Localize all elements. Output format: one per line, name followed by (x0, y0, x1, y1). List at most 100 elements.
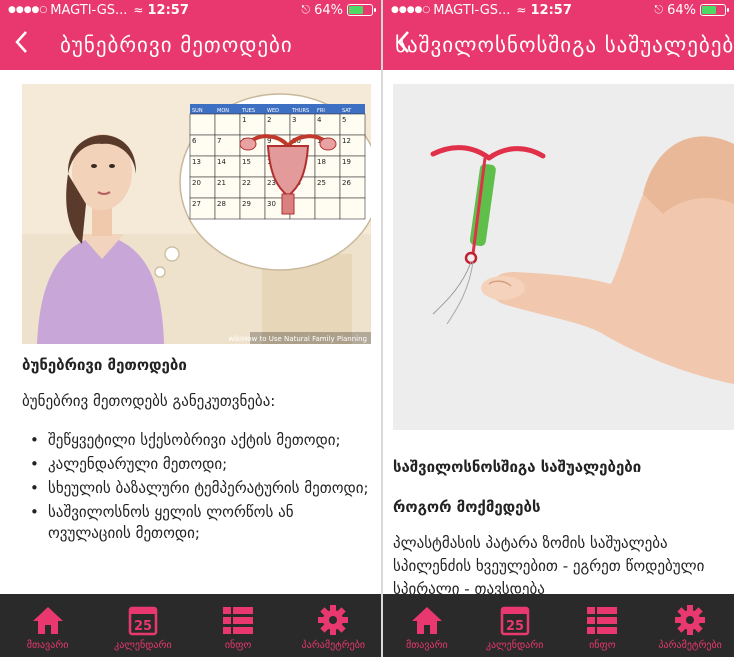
rotation-lock-icon: ⎋ (301, 3, 311, 16)
tab-label: ინფო (224, 640, 252, 651)
calendar-date: 1 (242, 116, 246, 124)
tab-calendar[interactable]: 25 კალენდარი (95, 594, 190, 657)
calendar-date: 28 (217, 200, 226, 208)
back-button[interactable] (0, 30, 42, 61)
calendar-date: 21 (217, 179, 226, 187)
calendar-date: 2 (267, 116, 271, 124)
woman-calendar-illustration: SUNMONTUESWEDTHURSFRISAT1234567891011121… (22, 84, 371, 344)
calendar-date: 4 (317, 116, 322, 124)
calendar-icon: 25 (500, 606, 529, 636)
calendar-date: 12 (342, 137, 351, 145)
tab-label: ინფო (589, 640, 616, 651)
calendar-date: 14 (217, 158, 226, 166)
page-title: ბუნებრივი მეთოდები (60, 33, 293, 57)
calendar-date: 13 (192, 158, 201, 166)
section-title: ბუნებრივი მეთოდები (22, 356, 187, 374)
calendar-date: 18 (317, 158, 326, 166)
signal-dots-icon: ●●●●○ (391, 5, 431, 15)
page-title: საშვილოსნოსშიგა საშუალებები (395, 33, 734, 57)
section-subtitle: როგორ მოქმედებს (393, 498, 541, 516)
tab-info[interactable]: ინფო (191, 594, 286, 657)
methods-list: შეწყვეტილი სქესობრივი აქტის მეთოდი; კალე… (22, 430, 372, 547)
calendar-date: 5 (342, 116, 346, 124)
tab-label: კალენდარი (114, 640, 172, 651)
calendar-icon: 25 (128, 606, 158, 636)
list-icon (223, 607, 254, 634)
calendar-day-header: SAT (342, 108, 352, 114)
calendar-cell (314, 197, 341, 220)
tab-home[interactable]: მთავარი (0, 594, 95, 657)
calendar-date: 22 (242, 179, 251, 187)
status-bar: ●●●●○ MAGTI-GS... ≈ 12:57 ⎋ 64% (0, 0, 381, 20)
carrier-name: MAGTI-GS... (433, 2, 511, 18)
list-item: შეწყვეტილი სქესობრივი აქტის მეთოდი; (22, 430, 372, 451)
status-bar: ●●●●○ MAGTI-GS... ≈ 12:57 ⎋ 64% (383, 0, 734, 20)
phone-screen-iud: ●●●●○ MAGTI-GS... ≈ 12:57 ⎋ 64% საშვილოს… (383, 0, 734, 657)
content-scroll[interactable]: SUNMONTUESWEDTHURSFRISAT1234567891011121… (0, 70, 381, 594)
list-icon (587, 607, 618, 634)
calendar-day-header: SUN (192, 108, 203, 114)
chevron-left-icon (397, 30, 409, 53)
navigation-bar: საშვილოსნოსშიგა საშუალებები (383, 20, 734, 70)
calendar-date: 29 (242, 200, 251, 208)
calendar-date: 27 (192, 200, 201, 208)
calendar-date: 7 (217, 137, 221, 145)
tab-label: მთავარი (26, 640, 69, 651)
battery-percent: 64% (314, 2, 343, 18)
list-item: საშვილოსნოს ყელის ლორწოს ან ოვულაციის მე… (22, 502, 372, 544)
calendar-cell (189, 113, 216, 136)
gear-icon (318, 605, 349, 635)
calendar-date: 19 (342, 158, 351, 166)
rotation-lock-icon: ⎋ (654, 3, 664, 16)
iud-photo (393, 84, 734, 430)
tab-calendar[interactable]: 25 კალენდარი (471, 594, 559, 657)
calendar-icon-day: 25 (134, 619, 152, 634)
calendar-day-header: MON (217, 108, 229, 114)
battery-icon (347, 4, 376, 16)
calendar-cell (214, 113, 241, 136)
status-time: 12:57 (530, 2, 572, 18)
hand-holding-iud-illustration (393, 84, 734, 430)
tab-bar: მთავარი 25 კალენდარი ინფო პარამეტრები (0, 594, 381, 657)
tab-info[interactable]: ინფო (559, 594, 647, 657)
content-scroll[interactable]: საშვილოსნოსშიგა საშუალებები როგორ მოქმედ… (383, 70, 734, 594)
battery-icon (700, 4, 729, 16)
list-item: კალენდარული მეთოდი; (22, 454, 372, 475)
tab-settings[interactable]: პარამეტრები (286, 594, 381, 657)
calendar-day-header: WED (267, 108, 279, 114)
list-item: სხეულის ბაზალური ტემპერატურის მეთოდი; (22, 478, 372, 499)
calendar-date: 30 (267, 200, 276, 208)
battery-percent: 64% (667, 2, 696, 18)
home-icon (411, 607, 442, 634)
tab-label: პარამეტრები (658, 640, 722, 651)
tab-label: მთავარი (406, 640, 448, 651)
calendar-day-header: FRI (317, 108, 325, 114)
calendar-day-header: THURS (291, 108, 309, 114)
image-caption: wikiHow to Use Natural Family Planning (228, 335, 367, 343)
section-title: საშვილოსნოსშიგა საშუალებები (393, 458, 642, 476)
natural-planning-illustration: SUNMONTUESWEDTHURSFRISAT1234567891011121… (22, 84, 371, 344)
wifi-icon: ≈ (133, 3, 144, 17)
tab-home[interactable]: მთავარი (383, 594, 471, 657)
gear-icon (675, 605, 706, 635)
intro-text: ბუნებრივ მეთოდებს განეკუთვნება: (22, 392, 276, 410)
status-time: 12:57 (147, 2, 189, 18)
tab-label: კალენდარი (485, 640, 544, 651)
calendar-date: 15 (242, 158, 251, 166)
calendar-date: 26 (342, 179, 351, 187)
home-icon (32, 607, 63, 634)
signal-dots-icon: ●●●●○ (8, 5, 48, 15)
carrier-name: MAGTI-GS... (50, 2, 128, 18)
calendar-icon-day: 25 (506, 619, 524, 634)
tab-bar: მთავარი 25 კალენდარი ინფო პარამეტრები (383, 594, 734, 657)
tab-settings[interactable]: პარამეტრები (646, 594, 734, 657)
calendar-day-header: TUES (241, 108, 255, 114)
body-text: პლასტმასის პატარა ზომის საშუალება სპილენ… (393, 534, 705, 594)
calendar-date: 6 (192, 137, 197, 145)
back-button[interactable] (391, 30, 415, 61)
chevron-left-icon (15, 30, 27, 53)
phone-screen-natural-methods: ●●●●○ MAGTI-GS... ≈ 12:57 ⎋ 64% ბუნებრივ… (0, 0, 381, 657)
navigation-bar: ბუნებრივი მეთოდები (0, 20, 381, 70)
calendar-date: 25 (317, 179, 326, 187)
calendar-cell (339, 197, 366, 220)
